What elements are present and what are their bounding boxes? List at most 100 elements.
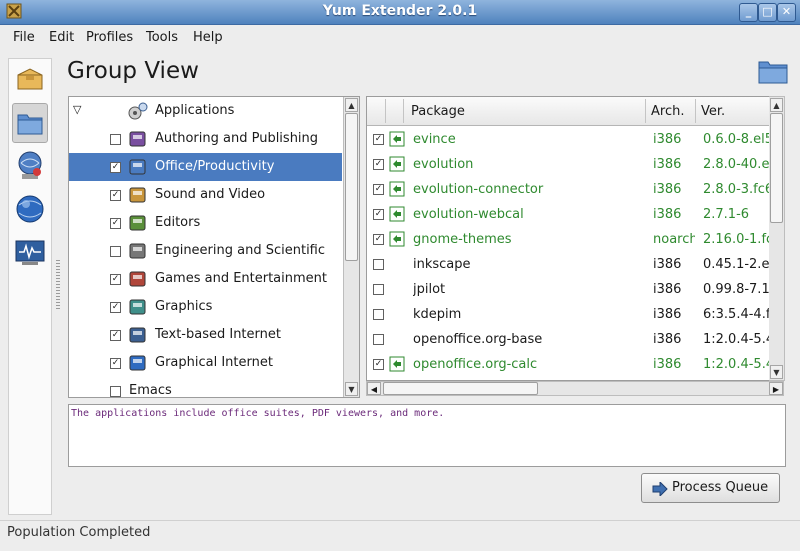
table-row[interactable]: ✓ evolution-webcal i386 2.7.1-6 xyxy=(367,202,770,227)
group-icon xyxy=(129,215,146,231)
table-row[interactable]: ✓ evince i386 0.6.0-8.el5 xyxy=(367,127,770,152)
package-arch: i386 xyxy=(653,307,682,322)
table-row[interactable]: ✓ evolution i386 2.8.0-40.e xyxy=(367,152,770,177)
group-row[interactable]: ✓ Editors xyxy=(69,209,342,237)
menu-help[interactable]: Help xyxy=(193,30,223,45)
installed-package-icon xyxy=(389,231,405,247)
package-scrollbar[interactable]: ▲ ▼ xyxy=(769,96,785,381)
package-version: 0.99.8-7.1 xyxy=(703,282,770,297)
table-row[interactable]: openoffice.org-base i386 1:2.0.4-5.4 xyxy=(367,327,770,352)
pane-grip[interactable] xyxy=(56,260,60,310)
group-row[interactable]: Emacs xyxy=(69,377,342,397)
table-row[interactable]: kdepim i386 6:3.5.4-4.f xyxy=(367,302,770,327)
installed-package-icon xyxy=(389,156,405,172)
package-view-icon[interactable] xyxy=(12,61,48,97)
package-hscrollbar[interactable]: ◀ ▶ xyxy=(366,381,784,396)
column-arch[interactable]: Arch. xyxy=(651,104,684,119)
minimize-button[interactable]: _ xyxy=(739,3,758,22)
page-title: Group View xyxy=(67,58,199,84)
package-scroll-thumb[interactable] xyxy=(770,113,783,223)
group-row[interactable]: Authoring and Publishing xyxy=(69,125,342,153)
table-row[interactable]: ✓ openoffice.org-calc i386 1:2.0.4-5.4 xyxy=(367,352,770,377)
package-arch: i386 xyxy=(653,357,682,372)
group-label: Sound and Video xyxy=(155,187,266,202)
status-bar: Population Completed xyxy=(0,520,800,551)
expander-down-icon[interactable]: ▽ xyxy=(73,103,81,116)
package-checkbox[interactable]: ✓ xyxy=(373,184,384,195)
group-checkbox[interactable]: ✓ xyxy=(110,218,121,229)
group-checkbox[interactable] xyxy=(110,134,121,145)
scroll-right-arrow[interactable]: ▶ xyxy=(769,382,783,395)
group-row[interactable]: ✓ Graphical Internet xyxy=(69,349,342,377)
scroll-up-arrow[interactable]: ▲ xyxy=(345,98,358,112)
package-name: openoffice.org-calc xyxy=(413,357,538,372)
menu-file[interactable]: File xyxy=(13,30,35,45)
process-queue-button[interactable]: Process Queue xyxy=(641,473,780,503)
group-checkbox[interactable] xyxy=(110,386,121,397)
tree-scrollbar[interactable]: ▲ ▼ xyxy=(343,97,359,397)
group-icon xyxy=(129,159,146,175)
group-checkbox[interactable]: ✓ xyxy=(110,274,121,285)
column-package[interactable]: Package xyxy=(411,104,465,119)
package-checkbox[interactable]: ✓ xyxy=(373,359,384,370)
package-arch: i386 xyxy=(653,257,682,272)
menu-profiles[interactable]: Profiles xyxy=(86,30,133,45)
globe-icon[interactable] xyxy=(12,191,48,227)
package-checkbox[interactable]: ✓ xyxy=(373,234,384,245)
menu-tools[interactable]: Tools xyxy=(146,30,178,45)
package-name: evolution xyxy=(413,157,474,172)
table-row[interactable]: jpilot i386 0.99.8-7.1 xyxy=(367,277,770,302)
close-button[interactable]: ✕ xyxy=(777,3,796,22)
package-checkbox[interactable] xyxy=(373,284,384,295)
package-name: evolution-connector xyxy=(413,182,544,197)
group-label: Editors xyxy=(155,215,201,230)
group-row[interactable]: ✓ Office/Productivity xyxy=(69,153,342,181)
table-row[interactable]: inkscape i386 0.45.1-2.e xyxy=(367,252,770,277)
package-name: gnome-themes xyxy=(413,232,512,247)
package-checkbox[interactable]: ✓ xyxy=(373,159,384,170)
group-checkbox[interactable]: ✓ xyxy=(110,302,121,313)
folder-icon xyxy=(758,61,788,84)
group-description: The applications include office suites, … xyxy=(68,404,786,467)
tree-scroll-thumb[interactable] xyxy=(345,113,358,261)
maximize-button[interactable]: □ xyxy=(758,3,777,22)
output-monitor-icon[interactable] xyxy=(12,235,48,271)
table-row[interactable]: ✓ gnome-themes noarch 2.16.0-1.fc xyxy=(367,227,770,252)
group-checkbox[interactable]: ✓ xyxy=(110,330,121,341)
window-title: Yum Extender 2.0.1 xyxy=(322,3,478,19)
package-version: 1:2.0.4-5.4 xyxy=(703,332,770,347)
column-ver[interactable]: Ver. xyxy=(701,104,725,119)
table-row[interactable]: ✓ evolution-connector i386 2.8.0-3.fc6 xyxy=(367,177,770,202)
package-checkbox[interactable] xyxy=(373,334,384,345)
package-checkbox[interactable]: ✓ xyxy=(373,134,384,145)
group-row[interactable]: ✓ Text-based Internet xyxy=(69,321,342,349)
group-checkbox[interactable]: ✓ xyxy=(110,190,121,201)
scroll-left-arrow[interactable]: ◀ xyxy=(367,382,381,395)
group-row[interactable]: ✓ Sound and Video xyxy=(69,181,342,209)
menu-bar: File Edit Profiles Tools Help xyxy=(0,25,800,51)
group-view-button[interactable] xyxy=(12,103,48,143)
package-checkbox[interactable] xyxy=(373,309,384,320)
group-icon xyxy=(129,243,146,259)
scroll-up-arrow[interactable]: ▲ xyxy=(770,98,783,112)
group-row[interactable]: ✓ Games and Entertainment xyxy=(69,265,342,293)
group-row[interactable]: ✓ Graphics xyxy=(69,293,342,321)
scroll-down-arrow[interactable]: ▼ xyxy=(770,365,783,379)
package-hscroll-thumb[interactable] xyxy=(383,382,538,395)
group-checkbox[interactable] xyxy=(110,246,121,257)
folder-icon xyxy=(17,114,43,135)
package-checkbox[interactable] xyxy=(373,259,384,270)
group-checkbox[interactable]: ✓ xyxy=(110,162,121,173)
menu-edit[interactable]: Edit xyxy=(49,30,74,45)
group-label: Office/Productivity xyxy=(155,159,275,174)
process-queue-label: Process Queue xyxy=(672,480,769,495)
package-version: 0.6.0-8.el5 xyxy=(703,132,770,147)
scroll-down-arrow[interactable]: ▼ xyxy=(345,382,358,396)
package-name: evolution-webcal xyxy=(413,207,524,222)
group-checkbox[interactable]: ✓ xyxy=(110,358,121,369)
repository-icon[interactable] xyxy=(12,147,48,183)
group-row[interactable]: Engineering and Scientific xyxy=(69,237,342,265)
tree-root-row[interactable]: ▽ Applications xyxy=(69,97,342,125)
package-checkbox[interactable]: ✓ xyxy=(373,209,384,220)
group-icon xyxy=(129,131,146,147)
